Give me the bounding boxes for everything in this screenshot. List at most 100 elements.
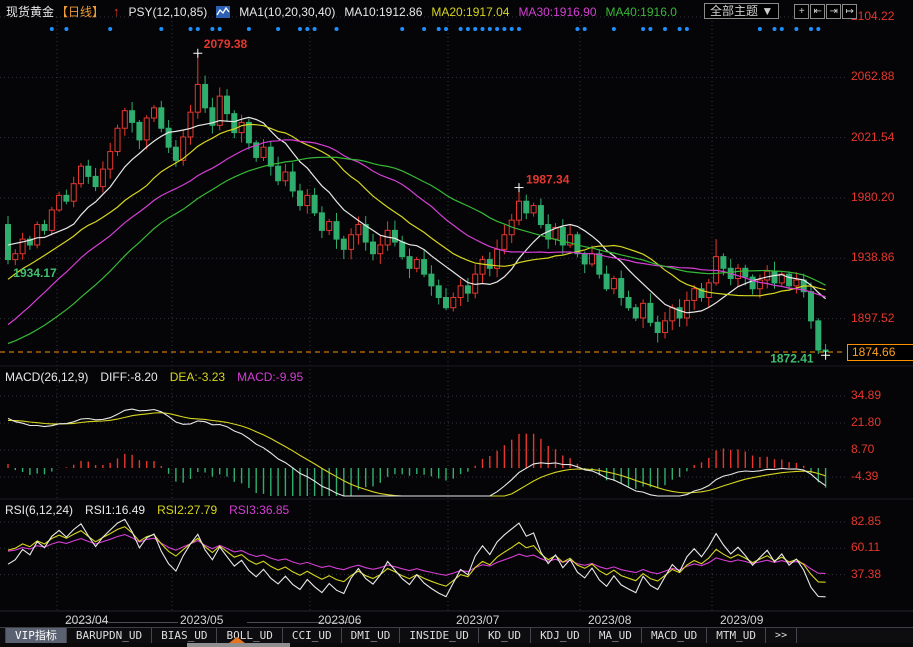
candle-body xyxy=(283,172,288,181)
candle-body xyxy=(334,222,339,240)
candle-body xyxy=(772,271,777,283)
chart-toolbar: 全部主题 ▼ +⇤⇥↦ xyxy=(704,3,857,19)
candle-body xyxy=(349,235,354,250)
candle-body xyxy=(465,286,470,293)
candle-body xyxy=(736,268,741,278)
candle-body xyxy=(152,108,157,118)
price-annotation: 2079.38 xyxy=(204,37,248,51)
candle-body xyxy=(750,277,755,289)
pan-icon[interactable]: + xyxy=(794,4,809,19)
jump-latest-icon[interactable]: ↦ xyxy=(842,4,857,19)
scrollbar-thumb[interactable] xyxy=(187,643,290,647)
tab-more-button[interactable]: >> xyxy=(766,628,797,644)
rsi-title: RSI(6,12,24) xyxy=(5,503,73,517)
candle-body xyxy=(648,303,653,322)
psy-dots xyxy=(50,27,821,31)
price-annotation: 1872.41 xyxy=(770,351,814,365)
rsi-axis-label: 82.85 xyxy=(851,514,913,528)
candle-body xyxy=(327,222,332,231)
tab-dmi-ud[interactable]: DMI_UD xyxy=(342,628,401,644)
candle-body xyxy=(144,118,149,140)
main-chart-header: 现货黄金 【日线】 ↑ PSY(12,10,85) MA1(10,20,30,4… xyxy=(6,3,677,20)
tab-cci-ud[interactable]: CCI_UD xyxy=(283,628,342,644)
candle-body xyxy=(633,308,638,318)
psy-indicator-label: PSY(12,10,85) xyxy=(129,5,208,19)
candle-body xyxy=(246,122,251,142)
scrollbar-marker-icon[interactable] xyxy=(229,637,245,643)
month-label: 2023/09 xyxy=(720,613,763,627)
main-axis-label: 1897.52 xyxy=(851,311,913,325)
candle-body xyxy=(684,300,689,318)
candle-body xyxy=(502,235,507,250)
candle-body xyxy=(137,122,142,140)
candle-body xyxy=(341,239,346,249)
tab-inside-ud[interactable]: INSIDE_UD xyxy=(400,628,479,644)
macd-panel-header: MACD(26,12,9) DIFF:-8.20 DEA:-3.23 MACD:… xyxy=(5,370,303,384)
candle-body xyxy=(319,213,324,231)
candle-body xyxy=(203,84,208,107)
tab-vip-[interactable]: VIP指标 xyxy=(6,628,67,644)
trading-app: 2079.381987.341934.171872.41 现货黄金 【日线】 ↑… xyxy=(0,0,913,647)
candle-body xyxy=(239,122,244,132)
candle-body xyxy=(42,225,47,231)
candle-body xyxy=(57,195,62,210)
tab-macd-ud[interactable]: MACD_UD xyxy=(642,628,707,644)
candle-body xyxy=(538,206,543,225)
diff-value: DIFF:-8.20 xyxy=(100,370,157,384)
main-axis-label: 2104.22 xyxy=(851,9,913,23)
rsi1-value: RSI1:16.49 xyxy=(85,503,145,517)
candle-body xyxy=(706,283,711,298)
month-label: 2023/04 xyxy=(65,613,108,627)
rsi2-value: RSI2:27.79 xyxy=(157,503,217,517)
tab-kd-ud[interactable]: KD_UD xyxy=(479,628,531,644)
rsi3-value: RSI3:36.85 xyxy=(229,503,289,517)
candle-body xyxy=(225,96,230,114)
ma30-value: MA30:1916.90 xyxy=(518,5,596,19)
tab-ma-ud[interactable]: MA_UD xyxy=(590,628,642,644)
candle-body xyxy=(79,166,84,184)
ma10-line xyxy=(8,117,826,312)
candle-body xyxy=(531,206,536,213)
tab-bias-ud[interactable]: BIAS_UD xyxy=(152,628,217,644)
gridlines xyxy=(0,17,913,623)
current-price-tag: 1874.66 xyxy=(847,344,913,361)
candle-body xyxy=(290,172,295,191)
candle-body xyxy=(378,245,383,254)
chart-canvas[interactable]: 2079.381987.341934.171872.41 xyxy=(0,0,913,647)
theme-dropdown-label: 全部主题 xyxy=(710,4,758,18)
horizontal-scrollbar[interactable] xyxy=(0,643,913,647)
ma-lines xyxy=(8,117,826,343)
candle-body xyxy=(71,184,76,202)
tab-barupdn-ud[interactable]: BARUPDN_UD xyxy=(67,628,152,644)
candle-body xyxy=(626,298,631,308)
candle-body xyxy=(298,191,303,206)
candle-body xyxy=(444,298,449,308)
candle-body xyxy=(655,322,660,332)
candle-body xyxy=(480,260,485,275)
candle-body xyxy=(487,260,492,269)
rsi-axis-label: 60.11 xyxy=(851,540,913,554)
macd-histogram xyxy=(8,434,826,496)
month-label: 2023/08 xyxy=(588,613,631,627)
candle-body xyxy=(305,195,310,205)
candle-body xyxy=(86,166,91,176)
macd-lines xyxy=(8,409,826,496)
theme-dropdown[interactable]: 全部主题 ▼ xyxy=(704,3,779,19)
candle-body xyxy=(13,254,18,260)
tab-mtm-ud[interactable]: MTM_UD xyxy=(707,628,766,644)
candle-body xyxy=(392,230,397,242)
candle-body xyxy=(173,147,178,160)
price-annotation: 1987.34 xyxy=(526,173,570,187)
candle-body xyxy=(743,268,748,277)
candle-body xyxy=(371,242,376,254)
candle-body xyxy=(261,147,266,157)
ma-group-label: MA1(10,20,30,40) xyxy=(239,5,335,19)
period-label: 【日线】 xyxy=(56,3,104,20)
tab-kdj-ud[interactable]: KDJ_UD xyxy=(531,628,590,644)
compress-candles-icon[interactable]: ⇤ xyxy=(810,4,825,19)
candle-body xyxy=(604,274,609,289)
tab-boll-ud[interactable]: BOLL_UD xyxy=(217,628,282,644)
macd-axis-label: 21.80 xyxy=(851,415,913,429)
main-axis-label: 1938.86 xyxy=(851,250,913,264)
expand-candles-icon[interactable]: ⇥ xyxy=(826,4,841,19)
